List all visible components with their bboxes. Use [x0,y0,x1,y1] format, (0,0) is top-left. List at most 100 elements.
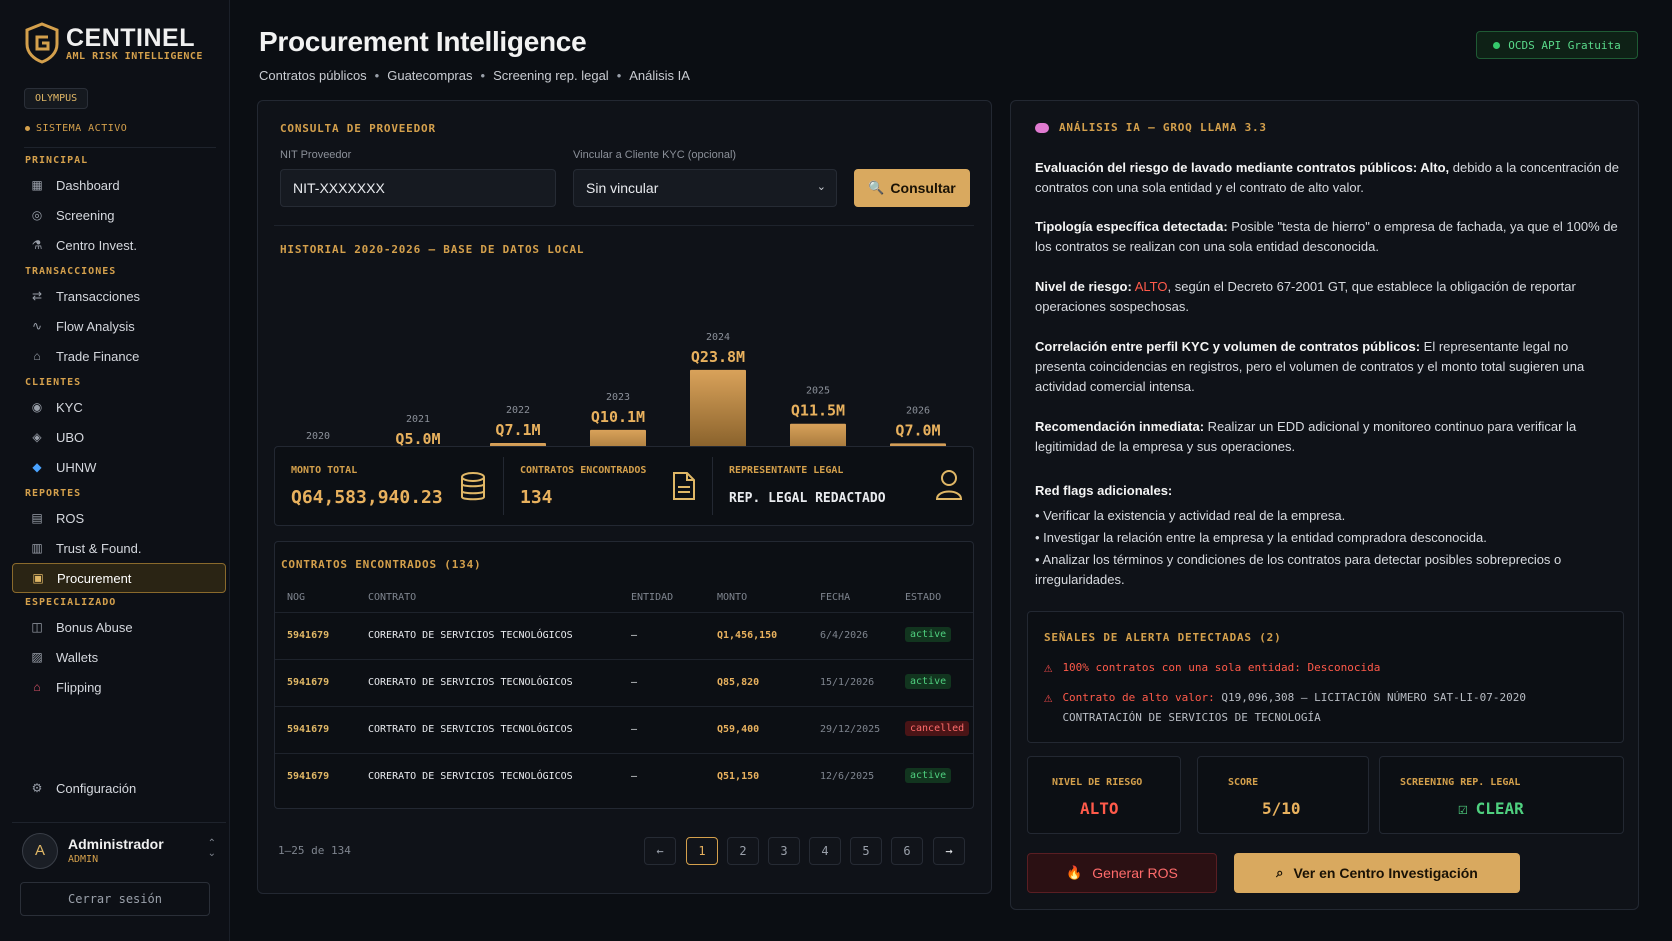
sidebar-section-title: ESPECIALIZADO [25,597,117,608]
user-menu[interactable]: A Administrador ADMIN ⌃ ⌄ [12,822,226,878]
sidebar-section-title: CLIENTES [25,377,82,388]
cell-entidad: — [631,771,638,782]
bar-value-label: Q23.8M [691,348,745,366]
sidebar-item-configuracion[interactable]: ⚙ Configuración [12,773,226,803]
alert-text: Q19,096,308 — LICITACIÓN NÚMERO SAT-LI-0… [1214,691,1527,704]
generate-ros-button[interactable]: 🔥 Generar ROS [1027,853,1217,893]
diamond-icon: ◆ [32,460,42,474]
warning-icon: ⚠ [1044,660,1053,676]
stat-label: MONTO TOTAL [291,465,358,476]
trust-icon: ▥ [31,541,43,555]
consultar-button[interactable]: 🔍 Consultar [854,169,970,207]
status-dot-icon [25,126,30,131]
cell-monto: Q59,400 [717,724,760,735]
breadcrumb-separator: • [374,68,380,83]
sidebar-item-procurement[interactable]: ▣ Procurement [12,563,226,593]
breadcrumb-separator: • [480,68,486,83]
sidebar-item-flipping[interactable]: ⌂ Flipping [12,672,226,702]
sidebar-item-dashboard[interactable]: ▦ Dashboard [12,170,226,200]
column-header[interactable]: FECHA [820,592,850,603]
ai-paragraph-heading: Recomendación inmediata: [1035,419,1205,434]
sidebar-item-wallets[interactable]: ▨ Wallets [12,642,226,672]
sidebar-item-label: ROS [56,510,85,526]
page-button[interactable]: 3 [768,837,800,865]
next-page-button[interactable]: → [933,837,965,865]
page-button[interactable]: 6 [891,837,923,865]
cell-contrato: CORTRATO DE SERVICIOS TECNOLÓGICOS [368,724,573,735]
page-button[interactable]: 2 [727,837,759,865]
status-dot-icon [1493,41,1501,49]
page-button[interactable]: 4 [809,837,841,865]
investigation-center-button[interactable]: ⌕ Ver en Centro Investigación [1234,853,1520,893]
screening-card: SCREENING REP. LEGAL ☑ CLEAR [1379,756,1624,834]
column-header[interactable]: MONTO [717,592,747,603]
status-badge: cancelled [905,721,970,736]
transactions-icon: ⇄ [31,289,43,303]
ai-paragraph-heading: Nivel de riesgo: [1035,279,1132,294]
column-header[interactable]: ENTIDAD [631,592,673,603]
cell-nog: 5941679 [287,677,330,688]
page-title: Procurement Intelligence [259,26,587,57]
table-row[interactable]: 5941679 CORTRATO DE SERVICIOS TECNOLÓGICO… [275,706,973,753]
column-header[interactable]: ESTADO [905,592,941,603]
screening-icon: ◎ [31,208,43,222]
alerts-title: SEÑALES DE ALERTA DETECTADAS (2) [1044,631,1282,644]
kyc-client-select[interactable]: Sin vincular ⌄ [573,169,837,207]
status-badge: active [905,674,952,689]
breadcrumb-separator: • [616,68,622,83]
app-logo[interactable]: CENTINEL AML RISK INTELLIGENCE [24,22,203,64]
screening-value-text: CLEAR [1475,799,1524,818]
bar-year-label: 2022 [506,405,530,416]
ai-analysis-title-text: ANÁLISIS IA — GROQ LLAMA 3.3 [1059,121,1267,134]
cell-entidad: — [631,724,638,735]
flame-icon: 🔥 [1066,865,1083,880]
sidebar-item-ubo[interactable]: ◈ UBO [12,422,226,452]
ai-red-flags-heading: Red flags adicionales: [1035,481,1620,501]
ai-paragraph-heading: Correlación entre perfil KYC y volumen d… [1035,339,1421,354]
sidebar-item-flow-analysis[interactable]: ∿ Flow Analysis [12,311,226,341]
page-button[interactable]: 1 [686,837,718,865]
app-subtitle: AML RISK INTELLIGENCE [66,50,203,62]
table-row[interactable]: 5941679 CORERATO DE SERVICIOS TECNOLÓGICO… [275,659,973,706]
table-row[interactable]: 5941679 CORERATO DE SERVICIOS TECNOLÓGICO… [275,753,973,800]
sidebar-item-trade-finance[interactable]: ⌂ Trade Finance [12,341,226,371]
ai-kyc-correlation: Correlación entre perfil KYC y volumen d… [1035,337,1620,397]
chevron-updown-icon: ⌃ ⌄ [207,838,216,859]
sidebar-item-label: Centro Invest. [56,237,137,253]
sidebar-item-label: Flipping [56,679,102,695]
screening-value: ☑ CLEAR [1458,799,1524,818]
database-icon [461,472,485,501]
prev-page-button[interactable]: ← [644,837,676,865]
column-header[interactable]: CONTRATO [368,592,416,603]
alert-item: ⚠ Contrato de alto valor: Q19,096,308 — … [1044,688,1526,728]
sidebar-item-screening[interactable]: ◎ Screening [12,200,226,230]
nit-input[interactable]: NIT-XXXXXXX [280,169,556,207]
sidebar-item-kyc[interactable]: ◉ KYC [12,392,226,422]
sidebar-item-uhnw[interactable]: ◆ UHNW [12,452,226,482]
bar-value-label: Q7.0M [895,421,940,439]
sidebar-item-trust-found[interactable]: ▥ Trust & Found. [12,533,226,563]
column-header[interactable]: NOG [287,592,305,603]
cell-fecha: 15/1/2026 [820,677,875,688]
logout-button[interactable]: Cerrar sesión [20,882,210,916]
sidebar-item-bonus-abuse[interactable]: ◫ Bonus Abuse [12,612,226,642]
warning-icon: ⚠ [1044,690,1053,706]
search-icon: 🔍 [868,180,885,195]
ai-analysis-panel: ANÁLISIS IA — GROQ LLAMA 3.3 Evaluación … [1010,100,1639,910]
tenant-badge: OLYMPUS [24,88,89,109]
sidebar-item-transacciones[interactable]: ⇄ Transacciones [12,281,226,311]
cell-fecha: 29/12/2025 [820,724,881,735]
gear-icon: ⚙ [31,781,43,795]
cell-fecha: 12/6/2025 [820,771,875,782]
alert-text: 100% contratos con una sola entidad: Des… [1062,661,1381,674]
app-name: CENTINEL [66,23,195,52]
sidebar-item-ros[interactable]: ▤ ROS [12,503,226,533]
risk-level-value: ALTO [1080,799,1119,818]
divider [274,225,974,226]
table-row[interactable]: 5941679 CORERATO DE SERVICIOS TECNOLÓGICO… [275,612,973,659]
stat-value: 134 [520,487,553,508]
document-icon [673,472,695,500]
page-button[interactable]: 5 [850,837,882,865]
sidebar-item-centro-invest[interactable]: ⚗ Centro Invest. [12,230,226,260]
cell-entidad: — [631,677,638,688]
